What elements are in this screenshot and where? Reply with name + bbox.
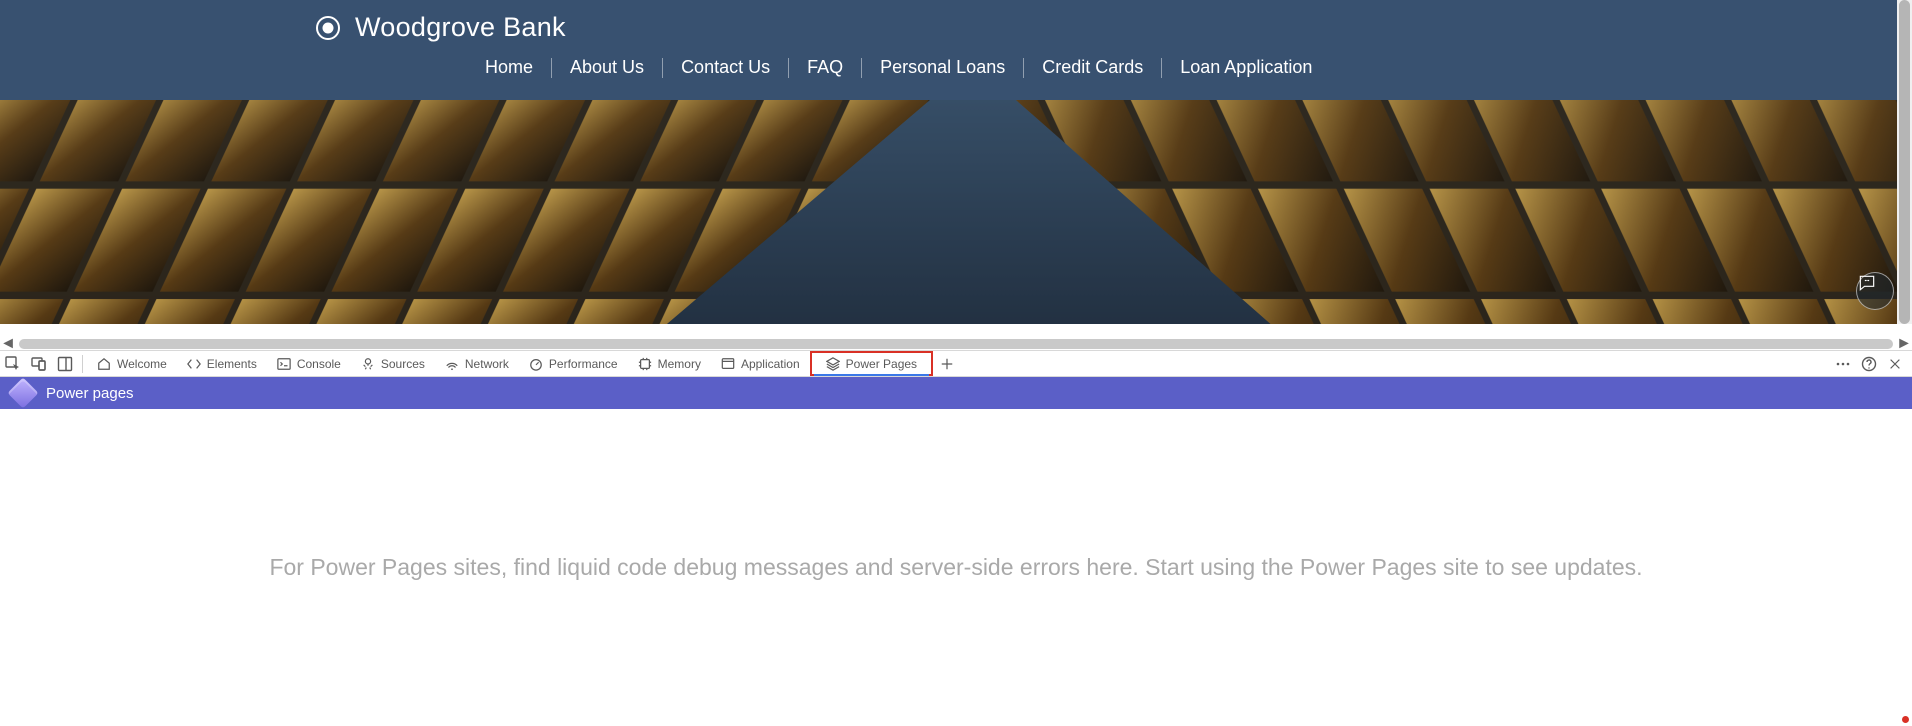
tab-memory[interactable]: Memory [628, 351, 711, 376]
tab-sources[interactable]: Sources [351, 351, 435, 376]
devtools-separator [82, 355, 83, 373]
site-brand: Woodgrove Bank [315, 0, 1912, 43]
site-nav: Home About Us Contact Us FAQ Personal Lo… [467, 57, 1912, 78]
devtools-tabbar: Welcome Elements Console Sources Network… [0, 350, 1912, 377]
power-pages-panel-body: For Power Pages sites, find liquid code … [0, 409, 1912, 726]
close-devtools-icon[interactable] [1882, 351, 1908, 376]
site-preview-pane: Woodgrove Bank Home About Us Contact Us … [0, 0, 1912, 337]
nav-loan-application[interactable]: Loan Application [1162, 57, 1330, 78]
tab-performance[interactable]: Performance [519, 351, 628, 376]
console-error-badge [1902, 716, 1909, 723]
tab-label: Power Pages [846, 357, 917, 371]
tab-label: Performance [549, 357, 618, 371]
power-pages-logo-icon [7, 377, 38, 408]
scroll-right-icon[interactable]: ► [1899, 339, 1909, 349]
tab-console[interactable]: Console [267, 351, 351, 376]
tab-welcome[interactable]: Welcome [87, 351, 177, 376]
tab-label: Elements [207, 357, 257, 371]
tab-elements[interactable]: Elements [177, 351, 267, 376]
feedback-button[interactable] [1856, 272, 1894, 310]
dock-side-icon[interactable] [52, 351, 78, 376]
power-pages-panel-header: Power pages [0, 377, 1912, 409]
scrollbar-track[interactable] [19, 339, 1893, 349]
inspect-element-icon[interactable] [0, 351, 26, 376]
tab-application[interactable]: Application [711, 351, 810, 376]
horizontal-scrollbar[interactable]: ◄ ► [0, 337, 1912, 350]
nav-about[interactable]: About Us [552, 57, 662, 78]
tab-label: Memory [658, 357, 701, 371]
tab-label: Network [465, 357, 509, 371]
tab-label: Welcome [117, 357, 167, 371]
add-tab-button[interactable] [933, 351, 961, 376]
brand-logo-icon [315, 15, 341, 41]
vertical-scrollbar[interactable] [1897, 0, 1912, 324]
device-emulation-icon[interactable] [26, 351, 52, 376]
nav-credit-cards[interactable]: Credit Cards [1024, 57, 1161, 78]
site-header: Woodgrove Bank Home About Us Contact Us … [0, 0, 1912, 100]
nav-home[interactable]: Home [467, 57, 551, 78]
brand-title: Woodgrove Bank [355, 12, 566, 43]
panel-empty-message: For Power Pages sites, find liquid code … [269, 554, 1642, 581]
help-icon[interactable] [1856, 351, 1882, 376]
scroll-left-icon[interactable]: ◄ [3, 339, 13, 349]
nav-contact[interactable]: Contact Us [663, 57, 788, 78]
tab-power-pages[interactable]: Power Pages [810, 351, 933, 376]
more-tools-icon[interactable] [1830, 351, 1856, 376]
panel-title: Power pages [46, 385, 134, 402]
tab-label: Sources [381, 357, 425, 371]
scrollbar-thumb[interactable] [1899, 0, 1910, 324]
tab-network[interactable]: Network [435, 351, 519, 376]
nav-faq[interactable]: FAQ [789, 57, 861, 78]
tab-label: Console [297, 357, 341, 371]
tab-label: Application [741, 357, 800, 371]
nav-personal-loans[interactable]: Personal Loans [862, 57, 1023, 78]
hero-image [0, 100, 1912, 324]
